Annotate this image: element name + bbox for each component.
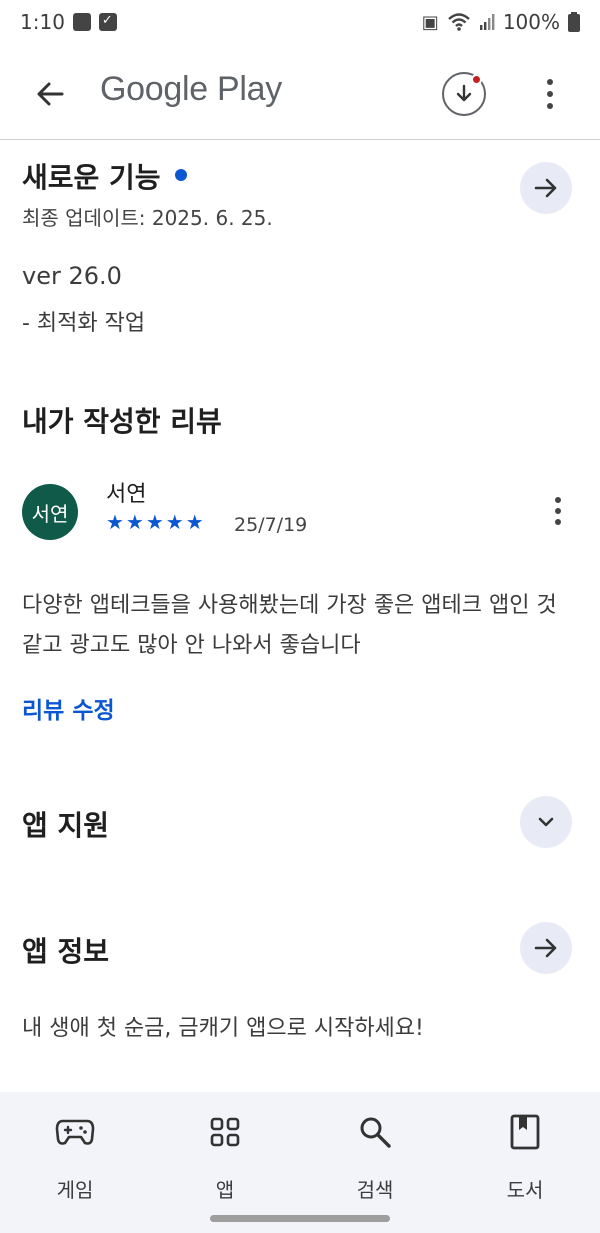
status-bar: 1:10 ▣ 100% [0, 0, 600, 44]
my-review-title: 내가 작성한 리뷰 [22, 405, 222, 438]
last-updated: 최종 업데이트: 2025. 6. 25. [22, 206, 273, 230]
gamepad-icon [55, 1119, 95, 1145]
nav-label-games: 게임 [56, 1178, 94, 1202]
bottom-navigation: 게임 앱 검색 도서 [0, 1092, 600, 1233]
more-vert-icon [547, 79, 553, 85]
release-notes: - 최적화 작업 [22, 311, 146, 336]
nav-item-apps[interactable]: 앱 [150, 1092, 300, 1233]
whats-new-title: 새로운 기능 [22, 156, 187, 196]
review-body: 다양한 앱테크들을 사용해봤는데 가장 좋은 앱테크 앱인 것 같고 광고도 많… [22, 593, 557, 658]
nav-label-search: 검색 [356, 1178, 394, 1202]
chevron-down-icon [538, 817, 554, 827]
back-button[interactable] [26, 70, 74, 118]
star-rating: ★★★★★ [106, 510, 206, 534]
avatar: 서연 [22, 484, 78, 540]
app-support-title: 앱 지원 [22, 809, 110, 842]
signal-icon [479, 14, 495, 30]
arrow-forward-icon [534, 938, 557, 958]
more-vert-icon-dot [555, 508, 561, 514]
whats-new-title-text: 새로운 기능 [22, 161, 161, 194]
app-info-title: 앱 정보 [22, 935, 110, 968]
book-icon [510, 1114, 540, 1150]
review-more-button[interactable] [546, 494, 570, 528]
checkbox-notification-icon [98, 13, 117, 31]
arrow-back-icon [37, 82, 64, 106]
wifi-icon [448, 13, 470, 31]
notification-dot [471, 74, 482, 85]
more-options-button[interactable] [536, 72, 564, 116]
new-indicator-dot [174, 169, 187, 181]
nav-label-books: 도서 [506, 1178, 544, 1202]
gallery-icon [72, 13, 91, 31]
status-time: 1:10 [20, 10, 65, 34]
review-date: 25/7/19 [234, 514, 308, 536]
download-arrow-icon [456, 84, 472, 102]
nav-item-games[interactable]: 게임 [0, 1092, 150, 1233]
nav-item-books[interactable]: 도서 [450, 1092, 600, 1233]
app-title: Google Play [100, 70, 282, 108]
edit-review-link[interactable]: 리뷰 수정 [22, 691, 115, 725]
nav-item-search[interactable]: 검색 [300, 1092, 450, 1233]
app-support-expand-button[interactable] [520, 796, 572, 848]
search-icon [360, 1117, 391, 1148]
more-vert-icon-dot [547, 91, 553, 97]
nav-label-apps: 앱 [215, 1178, 235, 1202]
arrow-forward-icon [534, 178, 557, 198]
battery-saver-icon: ▣ [421, 11, 439, 33]
apps-grid-icon [210, 1117, 240, 1147]
more-vert-icon-dot [547, 103, 553, 109]
battery-icon [568, 12, 580, 32]
home-gesture-bar[interactable] [210, 1215, 390, 1222]
more-vert-icon [555, 497, 561, 503]
whats-new-arrow-button[interactable] [520, 162, 572, 214]
app-bar: Google Play [0, 48, 600, 140]
reviewer-name: 서연 [106, 482, 147, 507]
app-info-arrow-button[interactable] [520, 922, 572, 974]
more-vert-icon-dot [555, 519, 561, 525]
app-description: 내 생애 첫 순금, 금캐기 앱으로 시작하세요! [22, 1016, 424, 1041]
battery-percent: 100% [502, 10, 560, 34]
download-button[interactable] [442, 72, 486, 116]
version-text: ver 26.0 [22, 262, 122, 290]
